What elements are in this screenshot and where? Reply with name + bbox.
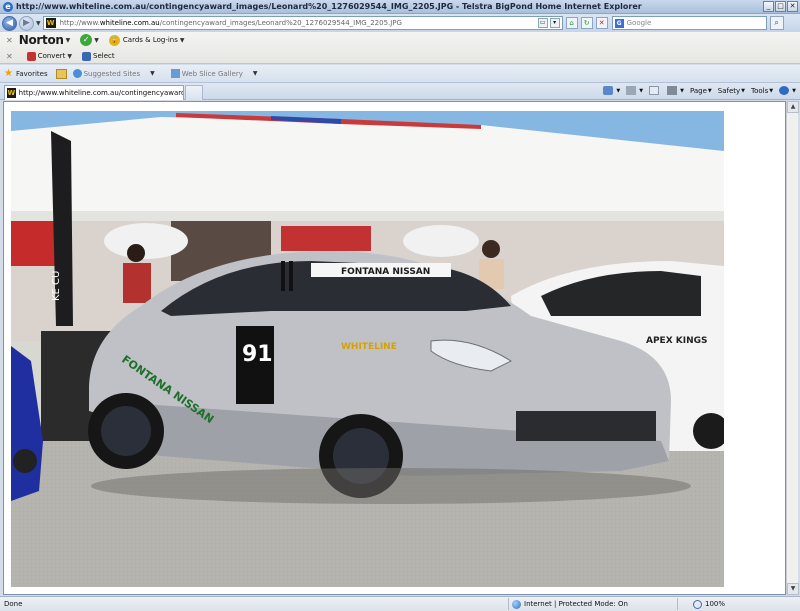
back-button[interactable]: ◀ [2, 15, 17, 31]
home-button[interactable]: ▼ [603, 86, 620, 95]
search-button[interactable]: ⌕ [769, 16, 784, 30]
tools-menu[interactable]: Tools ▼ [751, 87, 773, 95]
internet-explorer-icon: e [3, 1, 13, 12]
refresh-icon[interactable]: ↻ [580, 17, 593, 29]
command-bar: ▼ ▼ ▼ Page ▼ Safety ▼ Tools ▼ ▼ [603, 86, 796, 95]
address-bar: ◀ ▶ ▼ W http://www.whiteline.com.au/cont… [0, 14, 800, 32]
tab-label: http://www.whiteline.com.au/contingencya… [18, 89, 183, 97]
cards-logins-menu[interactable]: Cards & Log-ins [123, 36, 178, 44]
favorites-bar: ★ Favorites Suggested Sites ▼ Web Slice … [0, 65, 800, 83]
page-content: KE CU APEX KINGS FONTANA NISSAN 91 FONTA… [3, 101, 786, 595]
scroll-down-arrow-icon[interactable]: ▼ [787, 583, 799, 595]
close-toolbar-icon[interactable]: ✕ [6, 36, 13, 45]
suggested-sites-link[interactable]: Suggested Sites [84, 70, 141, 78]
history-dropdown-icon[interactable]: ▼ [36, 20, 41, 27]
address-dropdown-icon[interactable]: ▾ [549, 18, 560, 28]
title-bar: e http://www.whiteline.com.au/contingenc… [0, 0, 800, 14]
chevron-down-icon[interactable]: ▼ [66, 37, 71, 44]
mail-button[interactable] [649, 86, 661, 95]
lock-icon: 🔒 [108, 34, 120, 46]
chevron-down-icon[interactable]: ▼ [67, 53, 72, 60]
close-pdf-toolbar-icon[interactable]: ✕ [6, 52, 13, 61]
neighbour-sponsor: APEX KINGS [646, 336, 708, 346]
globe-icon [512, 599, 521, 609]
search-placeholder: Google [626, 19, 652, 27]
race-car-photo: KE CU APEX KINGS FONTANA NISSAN 91 FONTA… [11, 111, 724, 587]
safe-check-icon[interactable]: ✓ [80, 34, 93, 46]
forward-button[interactable]: ▶ [19, 15, 34, 31]
norton-brand[interactable]: Norton [19, 33, 64, 47]
help-button[interactable]: ▼ [779, 86, 796, 95]
norton-toolbar: ✕ Norton ▼ ✓ ▼ 🔒 Cards & Log-ins ▼ ✕ Con… [0, 32, 800, 64]
page-menu-label: Page [689, 86, 707, 95]
rss-feed-icon[interactable]: ⌂ [565, 17, 578, 29]
status-divider [677, 598, 678, 610]
windshield-banner: FONTANA NISSAN [341, 267, 430, 277]
convert-icon [26, 51, 36, 61]
status-bar: Done Internet | Protected Mode: On 100% [0, 596, 800, 611]
web-slice-gallery-link[interactable]: Web Slice Gallery [182, 70, 243, 78]
stop-icon[interactable]: ✕ [595, 17, 608, 29]
chevron-down-icon[interactable]: ▼ [253, 70, 258, 77]
status-text: Done [4, 600, 23, 608]
print-button[interactable]: ▼ [667, 86, 684, 95]
close-button[interactable]: ✕ [787, 1, 798, 12]
address-url: http://www.whiteline.com.au/contingencya… [59, 19, 402, 27]
window-controls: _ □ ✕ [763, 1, 798, 12]
favorites-button[interactable]: Favorites [16, 70, 48, 78]
zoom-icon [693, 599, 702, 609]
photo-illustration: KE CU APEX KINGS FONTANA NISSAN 91 FONTA… [11, 111, 724, 587]
window-title: http://www.whiteline.com.au/contingencya… [16, 2, 642, 11]
address-tools: ▭ ▾ [537, 18, 560, 28]
compatibility-view-icon[interactable]: ▭ [537, 18, 548, 28]
chevron-down-icon[interactable]: ▼ [94, 37, 99, 44]
home-icon [603, 86, 614, 95]
add-to-favorites-icon[interactable] [55, 68, 67, 79]
search-input[interactable]: G Google [611, 16, 767, 30]
site-favicon-icon: W [45, 18, 56, 28]
print-icon [667, 86, 678, 95]
page-menu[interactable]: Page ▼ [690, 87, 712, 95]
zoom-level: 100% [705, 600, 726, 608]
status-divider [508, 598, 509, 610]
select-icon [82, 51, 92, 61]
feeds-button[interactable]: ▼ [626, 86, 643, 95]
scroll-up-arrow-icon[interactable]: ▲ [787, 101, 799, 113]
vertical-scrollbar[interactable]: ▲ ▼ [786, 101, 799, 595]
minimize-button[interactable]: _ [763, 1, 774, 12]
rss-icon [626, 86, 637, 95]
google-search-provider-icon: G [614, 18, 624, 28]
safety-menu-label: Safety [717, 86, 741, 95]
chevron-down-icon[interactable]: ▼ [180, 37, 185, 44]
tab-favicon-icon: W [7, 88, 16, 98]
safety-menu[interactable]: Safety ▼ [718, 87, 745, 95]
zoom-control[interactable]: 100% [693, 599, 726, 609]
favorites-star-icon[interactable]: ★ [4, 68, 13, 79]
tools-menu-label: Tools [751, 86, 769, 95]
maximize-button[interactable]: □ [775, 1, 786, 12]
mail-icon [649, 86, 660, 95]
tab-row: W http://www.whiteline.com.au/contingenc… [0, 83, 800, 100]
flag-text: KE CU [51, 271, 62, 301]
chevron-down-icon[interactable]: ▼ [150, 70, 155, 77]
security-zone[interactable]: Internet | Protected Mode: On [524, 600, 674, 608]
address-input[interactable]: W http://www.whiteline.com.au/contingenc… [42, 16, 563, 30]
car-number: 91 [242, 342, 273, 367]
whiteline-decal: WHITELINE [341, 342, 397, 352]
suggested-sites-icon [72, 69, 82, 78]
new-tab-button[interactable] [185, 85, 203, 100]
convert-button[interactable]: Convert [38, 52, 66, 60]
tab-active[interactable]: W http://www.whiteline.com.au/contingenc… [4, 85, 184, 100]
help-icon [779, 86, 790, 95]
select-button[interactable]: Select [93, 52, 115, 60]
web-slice-icon [170, 69, 180, 78]
